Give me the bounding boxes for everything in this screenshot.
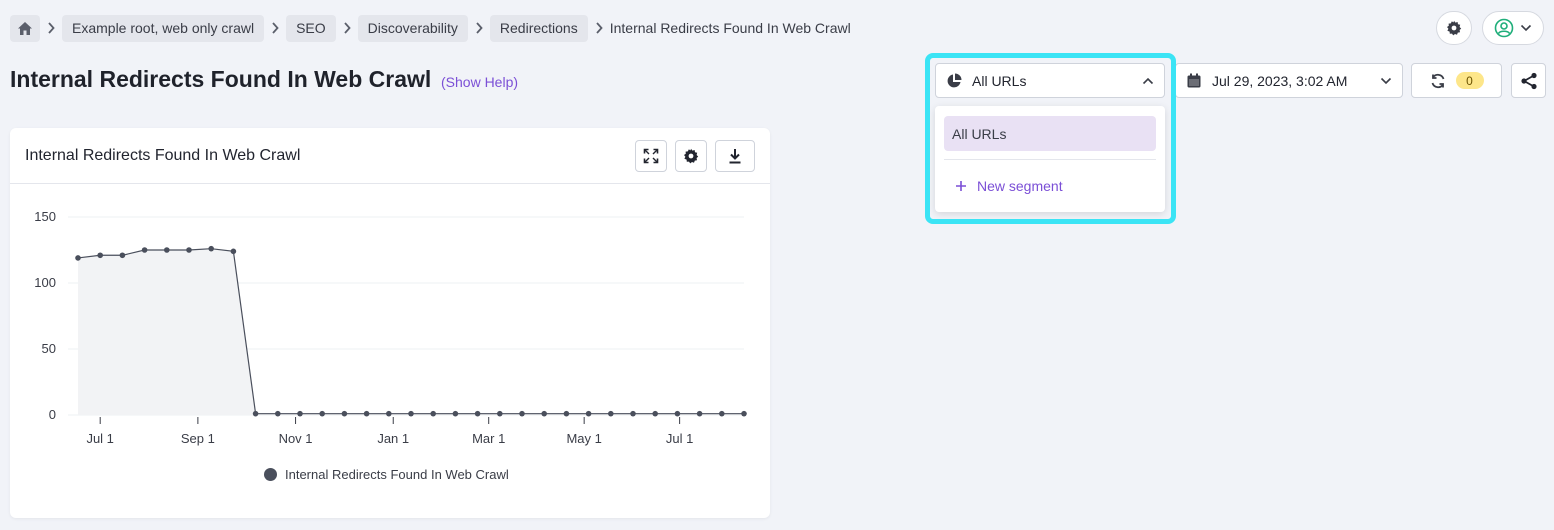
new-segment-label: New segment [977,178,1063,194]
data-point [696,410,703,417]
segment-option-all-urls[interactable]: All URLs [944,116,1156,151]
chevron-right-icon [476,22,483,34]
data-point [519,410,525,417]
chart-card-title: Internal Redirects Found In Web Crawl [25,146,301,164]
plus-icon [956,181,966,191]
segment-dropdown: All URLs New segment [935,106,1165,212]
chevron-down-icon [1520,24,1532,32]
crawl-date-label: Jul 29, 2023, 3:02 AM [1212,72,1348,89]
data-point [186,247,192,253]
data-point [430,410,437,417]
top-right-actions [1436,11,1544,45]
breadcrumb-item-redirections[interactable]: Redirections [489,14,588,42]
x-tick-label: Jul 1 [86,431,113,446]
data-point [497,410,503,417]
refresh-button[interactable]: 0 [1411,63,1502,98]
settings-button[interactable] [1436,11,1472,45]
breadcrumb-item-root[interactable]: Example root, web only crawl [62,14,265,42]
chevron-up-icon [1142,77,1154,84]
x-tick-label: Jul 1 [666,431,693,446]
chevron-right-icon [596,22,603,34]
user-menu-button[interactable] [1482,11,1544,45]
data-point [585,410,592,417]
data-point [230,248,237,255]
home-icon [18,21,32,35]
fullscreen-button[interactable] [635,139,667,172]
data-point [319,410,326,417]
data-point [386,410,392,417]
crawl-date-select[interactable]: Jul 29, 2023, 3:02 AM [1175,63,1403,98]
breadcrumb: Example root, web only crawl SEO Discove… [10,14,851,42]
refresh-count-badge: 0 [1455,72,1484,89]
data-point [719,410,725,417]
data-point [164,247,170,253]
show-help-link[interactable]: (Show Help) [441,74,518,90]
data-point [474,410,481,417]
dropdown-divider [944,159,1156,160]
x-tick-label: Nov 1 [279,431,313,446]
gear-icon [684,148,699,163]
refresh-icon [1431,73,1444,88]
share-button[interactable] [1511,63,1546,98]
data-point [97,252,103,259]
breadcrumb-home[interactable] [10,14,40,42]
data-point [297,410,303,417]
chevron-right-icon [48,22,55,34]
y-tick-label: 100 [34,275,56,290]
y-tick-label: 150 [34,209,56,224]
pie-chart-icon [947,73,962,87]
chevron-right-icon [272,22,279,34]
chevron-down-icon [1380,77,1392,84]
download-button[interactable] [715,139,755,172]
download-icon [729,148,741,163]
expand-icon [643,148,659,163]
data-point [563,410,570,417]
breadcrumb-item-discoverability[interactable]: Discoverability [357,14,468,42]
breadcrumb-item-seo[interactable]: SEO [286,14,336,42]
data-point [741,410,747,417]
data-point [252,410,259,417]
y-tick-label: 50 [42,341,56,356]
page-title: Internal Redirects Found In Web Crawl [10,66,432,92]
chart-settings-button[interactable] [675,139,707,172]
share-icon [1520,72,1537,89]
segment-select-label: All URLs [972,72,1027,89]
data-point [341,410,348,417]
x-tick-label: Jan 1 [377,431,409,446]
data-point [408,410,414,417]
x-tick-label: Mar 1 [472,431,505,446]
new-segment-button[interactable]: New segment [944,170,1156,202]
data-point [452,410,459,417]
gear-icon [1447,20,1462,36]
data-point [608,410,614,417]
chart-card-header: Internal Redirects Found In Web Crawl [10,128,770,184]
data-point [674,410,681,417]
user-avatar-icon [1494,18,1514,38]
segment-select[interactable]: All URLs [935,63,1165,98]
data-point [630,410,636,417]
data-point [541,410,547,417]
x-tick-label: Sep 1 [181,431,215,446]
chart-card: Internal Redirects Found In Web Crawl 0 5… [10,128,770,518]
data-point [275,410,281,417]
data-point [75,255,81,261]
calendar-icon [1187,73,1201,87]
redirects-chart: 0 50 100 150 Jul 1 Sep 1 Nov 1 Jan 1 Mar 1 May 1 J… [34,209,747,446]
legend-label: Internal Redirects Found In Web Crawl [285,467,509,482]
series-area [78,248,744,415]
chevron-right-icon [343,22,351,34]
breadcrumb-current: Internal Redirects Found In Web Crawl [609,20,851,36]
data-point [652,410,658,417]
data-point [119,252,126,259]
data-point [363,410,370,417]
y-tick-label: 0 [49,407,56,422]
chart-legend: Internal Redirects Found In Web Crawl [264,467,509,482]
data-point [141,247,148,253]
legend-marker [264,468,277,481]
data-point [208,245,214,252]
x-tick-label: May 1 [566,431,601,446]
